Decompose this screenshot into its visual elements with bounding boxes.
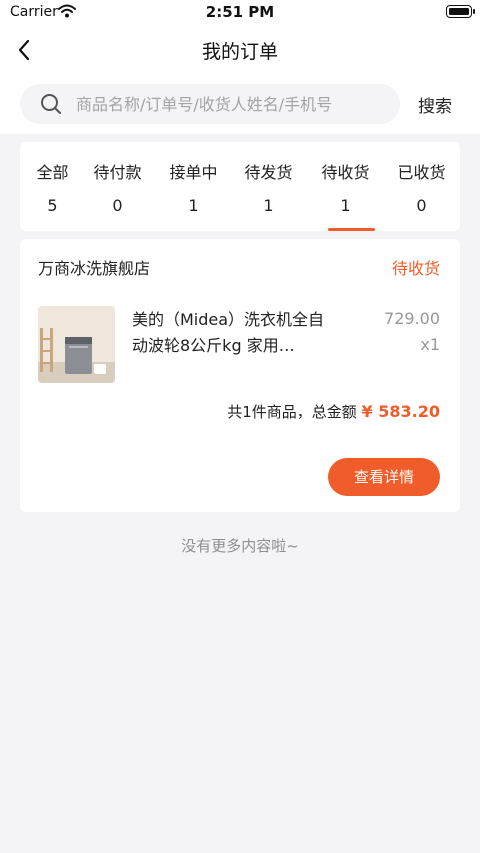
tab-count: 1 <box>188 196 199 215</box>
search-box[interactable] <box>20 84 400 124</box>
tab-count: 1 <box>263 196 274 215</box>
search-icon <box>40 93 62 119</box>
tab-label: 接单中 <box>169 163 218 182</box>
product-image[interactable] <box>38 306 115 383</box>
tab-label: 待付款 <box>93 163 142 182</box>
tab-pending-payment[interactable]: 待付款 0 <box>80 142 155 231</box>
active-tab-indicator <box>328 228 375 231</box>
order-summary: 共1件商品，总金额 ¥ 583.20 <box>227 401 440 422</box>
nav-bar: 我的订单 <box>0 24 480 74</box>
clock: 2:51 PM <box>205 3 275 21</box>
tab-count: 0 <box>112 196 123 215</box>
search-button[interactable]: 搜索 <box>418 92 452 117</box>
order-status: 待收货 <box>391 259 440 278</box>
view-details-button[interactable]: 查看详情 <box>328 458 440 496</box>
tab-count: 1 <box>340 196 351 215</box>
total-amount: ¥ 583.20 <box>361 402 440 421</box>
tab-received[interactable]: 已收货 0 <box>384 142 459 231</box>
tab-count: 0 <box>416 196 427 215</box>
tab-count: 5 <box>47 196 58 215</box>
product-price: 729.00 <box>384 309 440 328</box>
summary-text: 共1件商品，总金额 <box>227 403 357 421</box>
status-bar: Carrier 2:51 PM <box>0 0 480 24</box>
order-card[interactable]: 万商冰洗旗舰店 待收货 美的（Midea）洗衣机全自动波轮8公斤kg 家用… 7… <box>20 239 460 512</box>
tab-all[interactable]: 全部 5 <box>15 142 90 231</box>
tab-accepting[interactable]: 接单中 1 <box>156 142 231 231</box>
product-quantity: x1 <box>420 335 440 354</box>
tab-label: 已收货 <box>397 163 446 182</box>
search-input[interactable] <box>76 84 392 124</box>
tab-label: 待发货 <box>244 163 293 182</box>
page-title: 我的订单 <box>201 41 278 63</box>
tab-pending-receipt[interactable]: 待收货 1 <box>308 142 383 231</box>
battery-icon <box>446 5 475 18</box>
product-name[interactable]: 美的（Midea）洗衣机全自动波轮8公斤kg 家用… <box>132 307 332 359</box>
order-status-tabs: 全部 5 待付款 0 接单中 1 待发货 1 待收货 1 已收货 0 <box>20 142 460 231</box>
tab-pending-shipment[interactable]: 待发货 1 <box>231 142 306 231</box>
tab-label: 待收货 <box>321 163 370 182</box>
shop-name[interactable]: 万商冰洗旗舰店 <box>38 255 150 279</box>
no-more-content-label: 没有更多内容啦~ <box>181 537 299 555</box>
tab-label: 全部 <box>36 163 69 182</box>
search-bar: 搜索 <box>0 74 480 134</box>
